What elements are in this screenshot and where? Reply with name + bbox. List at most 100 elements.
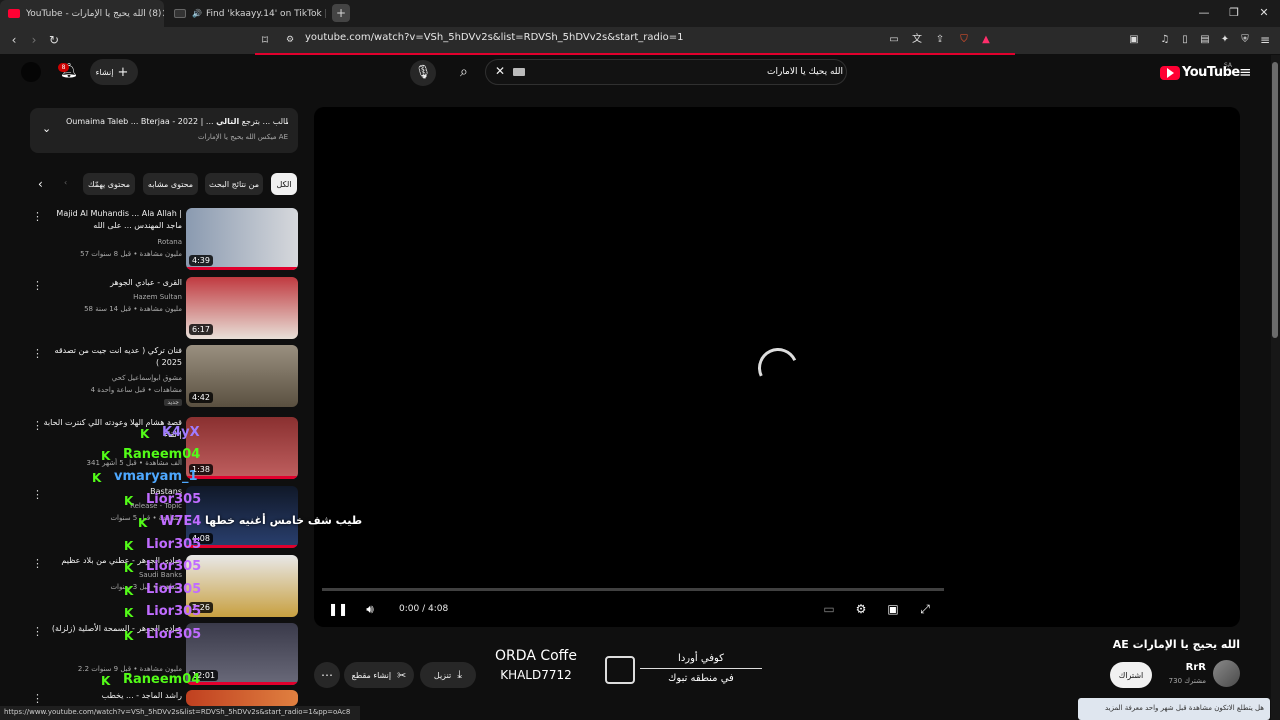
sidebar-panel-icon[interactable]: ▣	[1126, 32, 1142, 48]
chips-scroll-left-icon[interactable]: ‹	[38, 177, 43, 191]
subtitles-icon[interactable]: ▭	[821, 601, 837, 617]
info-toast[interactable]: هل يتطلع الاتكون مشاهدة قبل شهر واحد معر…	[1078, 698, 1270, 720]
bookmark-icon[interactable]: ⌑	[257, 32, 273, 48]
window-close-icon[interactable]: ✕	[1256, 5, 1272, 21]
subscribe-button[interactable]: اشتراك	[1110, 662, 1152, 688]
video-thumbnail[interactable]: 4:39	[186, 208, 298, 270]
back-icon[interactable]: ‹	[6, 32, 22, 48]
theater-mode-icon[interactable]: ▣	[885, 601, 901, 617]
more-actions-icon[interactable]: ⋯	[314, 662, 340, 688]
status-url: https://www.youtube.com/watch?v=VSh_5hDV…	[0, 706, 360, 720]
speaker-icon: 🔊	[192, 9, 202, 18]
scrollbar-thumb[interactable]	[1272, 62, 1278, 338]
chips-fade-icon: ‹	[64, 178, 68, 187]
now-playing-panel[interactable]: ⌄ Oumaima Taleb ... Bterjaa - 2022 | ...…	[30, 108, 298, 153]
tab-youtube[interactable]: (8) الله يحيج يا الإمارات - YouTube ✕	[0, 0, 164, 27]
volume-icon[interactable]: 🔊︎	[362, 601, 378, 617]
playlist-name: ميكس الله يحيج يا الإمارات AE	[197, 133, 288, 141]
video-channel: Rotana	[157, 238, 182, 246]
close-icon[interactable]: ✕	[161, 7, 164, 20]
channel-avatar[interactable]	[1213, 660, 1240, 687]
download-icon: ⤓	[457, 668, 463, 681]
chip-for-you[interactable]: محتوى يهمّك	[83, 173, 135, 195]
restore-icon[interactable]: ❐	[1226, 5, 1242, 21]
more-options-icon[interactable]: ⋮	[32, 419, 43, 432]
cast-icon[interactable]: ▭	[886, 32, 902, 48]
music-icon[interactable]: ♫	[1157, 32, 1173, 48]
create-button[interactable]: + إنشاء	[90, 59, 138, 85]
voice-search-mic-icon[interactable]: 🎙︎	[410, 60, 436, 86]
site-info-icon[interactable]: ⚙	[282, 32, 298, 48]
brave-rewards-icon[interactable]: ▲	[978, 32, 994, 48]
channel-name[interactable]: RrR	[1160, 662, 1206, 673]
kick-icon: K	[138, 516, 148, 530]
guide-menu-icon[interactable]: ≡	[1239, 63, 1252, 81]
video-title: قصة هشام الهلا وعودته اللي كنترت الحابة …	[43, 418, 182, 439]
chip-from-search[interactable]: من نتائج البحث	[205, 173, 263, 195]
watch-progress	[186, 545, 298, 548]
download-button[interactable]: تنزيل ⤓	[420, 662, 476, 688]
avatar[interactable]	[21, 62, 41, 82]
fullscreen-icon[interactable]: ⤢	[917, 601, 933, 617]
list-item[interactable]: ⋮ 4:39 Majid Al Muhandis ... Ala Allah |…	[30, 208, 298, 272]
more-options-icon[interactable]: ⋮	[32, 279, 43, 292]
keyboard-icon[interactable]	[513, 68, 525, 76]
chat-username: Lior305	[146, 559, 202, 574]
video-thumbnail[interactable]: 12:01	[186, 623, 298, 685]
chat-username: Lior305	[146, 582, 202, 597]
now-playing-title: Oumaima Taleb ... Bterjaa - 2022 | ... ط…	[66, 117, 288, 126]
video-channel: مشوق ابوإسماعيل كحي	[111, 374, 182, 382]
chat-username: Lior305	[146, 604, 202, 619]
video-thumbnail[interactable]: 4:42	[186, 345, 298, 407]
kick-icon: K	[101, 449, 111, 463]
video-title: فنان تركي ( عديه انت جيت من تصدقه 2025 )	[54, 346, 182, 367]
chat-username: Raneem04	[123, 447, 201, 462]
more-options-icon[interactable]: ⋮	[32, 692, 43, 705]
kick-icon: K	[92, 471, 102, 485]
watch-progress	[186, 682, 298, 685]
list-item[interactable]: ⋮ 6:17 القرى - عبادي الجوهر Hazem Sultan…	[30, 277, 298, 341]
clear-search-icon[interactable]: ✕	[495, 64, 505, 78]
more-options-icon[interactable]: ⋮	[32, 488, 43, 501]
reload-icon[interactable]: ↻	[46, 32, 62, 48]
vpn-shield-icon[interactable]: ⛨	[1237, 32, 1253, 48]
clip-button[interactable]: إنشاء مقطع ✂	[344, 662, 414, 688]
chat-username: vmaryam_1	[114, 469, 198, 484]
region-code: SA	[1224, 62, 1233, 69]
chevron-down-icon[interactable]: ⌄	[42, 122, 51, 135]
reader-icon[interactable]: ▯	[1177, 32, 1193, 48]
video-thumbnail[interactable]	[186, 690, 298, 706]
minimize-icon[interactable]: —	[1196, 5, 1212, 21]
more-options-icon[interactable]: ⋮	[32, 347, 43, 360]
translate-icon[interactable]: 文	[909, 32, 925, 48]
chat-username: Lior305	[146, 627, 202, 642]
seek-bar[interactable]	[322, 588, 944, 591]
wallet-icon[interactable]: ▤	[1197, 32, 1213, 48]
create-label: إنشاء	[95, 67, 114, 77]
overlay-caption: طيب شف خامس أغنيه خطها	[205, 514, 363, 527]
brave-shield-icon[interactable]: ⛉	[956, 32, 972, 48]
search-value: الله يحيك يا الامارات	[767, 67, 844, 77]
share-icon[interactable]: ⇪	[932, 32, 948, 48]
forward-icon[interactable]: ›	[26, 32, 42, 48]
video-title: راشد الماجد - ... يخطب	[101, 691, 182, 700]
video-thumbnail[interactable]: 6:17	[186, 277, 298, 339]
more-options-icon[interactable]: ⋮	[32, 625, 43, 638]
settings-gear-icon[interactable]: ⚙	[853, 601, 869, 617]
more-options-icon[interactable]: ⋮	[32, 557, 43, 570]
address-bar[interactable]: youtube.com/watch?v=VSh_5hDVv2s&list=RDV…	[305, 32, 684, 43]
menu-icon[interactable]: ≡	[1257, 32, 1273, 48]
tab-tiktok[interactable]: 🔊 Find 'kkaayy.14' on TikTok | TikTok	[166, 0, 326, 27]
video-thumbnail[interactable]: 1:38	[186, 417, 298, 479]
list-item[interactable]: ⋮ راشد الماجد - ... يخطب	[30, 690, 298, 706]
list-item[interactable]: ⋮ 4:42 فنان تركي ( عديه انت جيت من تصدقه…	[30, 345, 298, 409]
more-options-icon[interactable]: ⋮	[32, 210, 43, 223]
video-thumbnail[interactable]: 2:26	[186, 555, 298, 617]
new-tab-button[interactable]: +	[332, 4, 350, 22]
chat-username: K4yX	[162, 425, 200, 440]
search-icon[interactable]: ⌕	[460, 64, 468, 80]
chip-all[interactable]: الكل	[271, 173, 297, 195]
chip-related[interactable]: محتوى مشابه	[143, 173, 198, 195]
leo-ai-icon[interactable]: ✦	[1217, 32, 1233, 48]
pause-icon[interactable]: ❚❚	[328, 601, 348, 617]
